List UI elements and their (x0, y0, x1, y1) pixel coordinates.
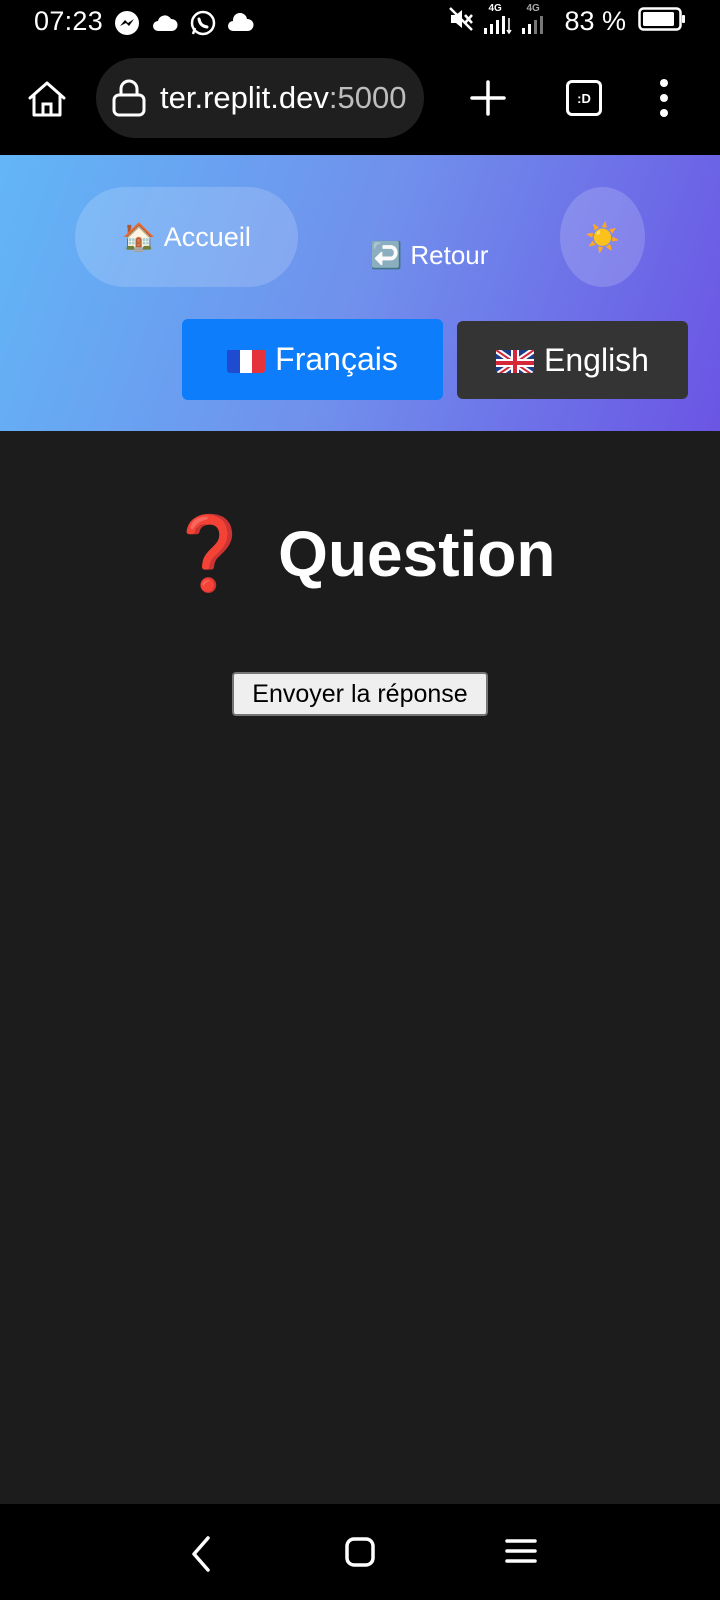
cloud-icon-2 (226, 8, 256, 38)
network-tag-2: 4G (526, 3, 540, 14)
whatsapp-icon (188, 8, 218, 38)
url-host: ter.replit.dev (160, 80, 329, 115)
battery-icon (638, 6, 686, 37)
retour-label: Retour (410, 239, 489, 270)
language-french-label: Français (275, 341, 398, 377)
signal-icon-1: 4G (482, 3, 513, 38)
uk-flag-icon (496, 347, 535, 373)
submit-answer-button[interactable]: Envoyer la réponse (232, 672, 488, 716)
home-nav-icon[interactable] (344, 1536, 376, 1568)
back-icon[interactable] (186, 1534, 216, 1574)
site-header: 🏠 Accueil ↩️ Retour ☀️ Français English (0, 155, 720, 431)
system-nav-bar (0, 1504, 720, 1600)
page-title: ❓ Question (0, 511, 720, 596)
status-bar: 07:23 4G 4G 83 % (0, 0, 720, 46)
question-mark-icon: ❓ (164, 514, 255, 594)
status-system-icons: 4G 4G 83 % (448, 3, 686, 38)
browser-toolbar: ter.replit.dev:5000 :D (0, 46, 720, 155)
theme-toggle-button[interactable]: ☀️ (560, 187, 645, 287)
accueil-link[interactable]: 🏠 Accueil (75, 187, 298, 287)
url-text[interactable]: ter.replit.dev:5000 (160, 80, 416, 118)
main-content: ❓ Question Envoyer la réponse (0, 431, 720, 1504)
signal-icon-2: 4G (520, 3, 550, 38)
plus-icon[interactable] (468, 78, 508, 118)
network-tag-1: 4G (488, 3, 502, 14)
retour-link[interactable]: ↩️ Retour (370, 235, 488, 275)
lock-icon[interactable] (110, 78, 148, 118)
address-bar[interactable]: ter.replit.dev:5000 (96, 58, 424, 138)
cloud-icon (150, 8, 180, 38)
more-vertical-icon[interactable] (654, 76, 674, 120)
tabs-icon[interactable]: :D (566, 80, 602, 116)
home-icon[interactable] (26, 78, 68, 120)
page-title-text: Question (278, 517, 556, 590)
french-flag-icon (227, 347, 266, 373)
sun-icon: ☀️ (585, 221, 620, 253)
recents-icon[interactable] (504, 1536, 538, 1566)
battery-percent: 83 % (564, 5, 626, 36)
house-emoji-icon: 🏠 (122, 222, 156, 252)
accueil-label: Accueil (163, 221, 251, 252)
messenger-icon (112, 8, 142, 38)
language-english-label: English (544, 341, 649, 378)
url-port: :5000 (328, 80, 407, 115)
status-notification-icons (112, 8, 256, 38)
return-arrow-icon: ↩️ (370, 239, 403, 270)
language-french-button[interactable]: Français (182, 319, 443, 400)
language-english-button[interactable]: English (457, 321, 688, 399)
muted-icon (448, 6, 474, 37)
status-time: 07:23 (34, 6, 104, 36)
